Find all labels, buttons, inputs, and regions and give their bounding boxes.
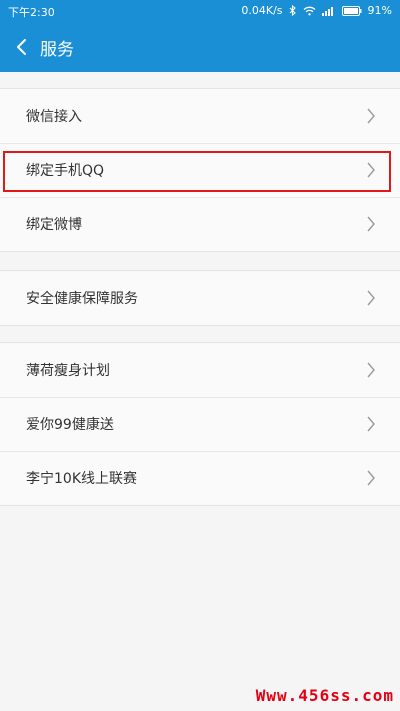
list-item-bind-weibo[interactable]: 绑定微博 bbox=[0, 197, 400, 251]
list-item-label: 绑定手机QQ bbox=[26, 163, 105, 179]
chevron-right-icon bbox=[367, 362, 375, 378]
service-group-2: 安全健康保障服务 bbox=[0, 270, 400, 326]
bluetooth-icon bbox=[289, 5, 297, 16]
list-item-bind-qq[interactable]: 绑定手机QQ bbox=[0, 143, 400, 197]
wifi-icon bbox=[303, 6, 316, 16]
list-item-label: 微信接入 bbox=[26, 109, 82, 125]
chevron-right-icon bbox=[367, 108, 375, 124]
list-item-lining-10k[interactable]: 李宁10K线上联赛 bbox=[0, 451, 400, 505]
signal-icon bbox=[321, 6, 336, 16]
list-item-label: 李宁10K线上联赛 bbox=[26, 471, 137, 487]
list-item-label: 安全健康保障服务 bbox=[26, 291, 138, 307]
battery-icon bbox=[341, 5, 362, 16]
list-item-wechat-access[interactable]: 微信接入 bbox=[0, 89, 400, 143]
status-icons: 0.04K/s 91% bbox=[241, 4, 392, 17]
chevron-right-icon bbox=[367, 290, 375, 306]
service-group-1: 微信接入 绑定手机QQ 绑定微博 bbox=[0, 88, 400, 252]
status-time: 下午2:30 bbox=[8, 6, 55, 19]
network-speed: 0.04K/s bbox=[241, 4, 283, 17]
status-bar: 下午2:30 0.04K/s 91% bbox=[0, 0, 400, 22]
list-item-boohee-plan[interactable]: 薄荷瘦身计划 bbox=[0, 343, 400, 397]
chevron-right-icon bbox=[367, 216, 375, 232]
chevron-right-icon bbox=[367, 416, 375, 432]
chevron-right-icon bbox=[367, 162, 375, 178]
page-title: 服务 bbox=[40, 40, 74, 60]
list-item-health-security[interactable]: 安全健康保障服务 bbox=[0, 271, 400, 325]
list-item-label: 爱你99健康送 bbox=[26, 417, 114, 433]
list-item-label: 薄荷瘦身计划 bbox=[26, 363, 110, 379]
watermark: Www.456ss.com bbox=[255, 686, 394, 705]
battery-level: 91% bbox=[367, 4, 392, 17]
list-item-love-99-health[interactable]: 爱你99健康送 bbox=[0, 397, 400, 451]
back-arrow-icon[interactable] bbox=[12, 36, 34, 58]
list-item-label: 绑定微博 bbox=[26, 217, 82, 233]
service-group-3: 薄荷瘦身计划 爱你99健康送 李宁10K线上联赛 bbox=[0, 342, 400, 506]
app-bar: 服务 bbox=[0, 22, 400, 72]
chevron-right-icon bbox=[367, 470, 375, 486]
